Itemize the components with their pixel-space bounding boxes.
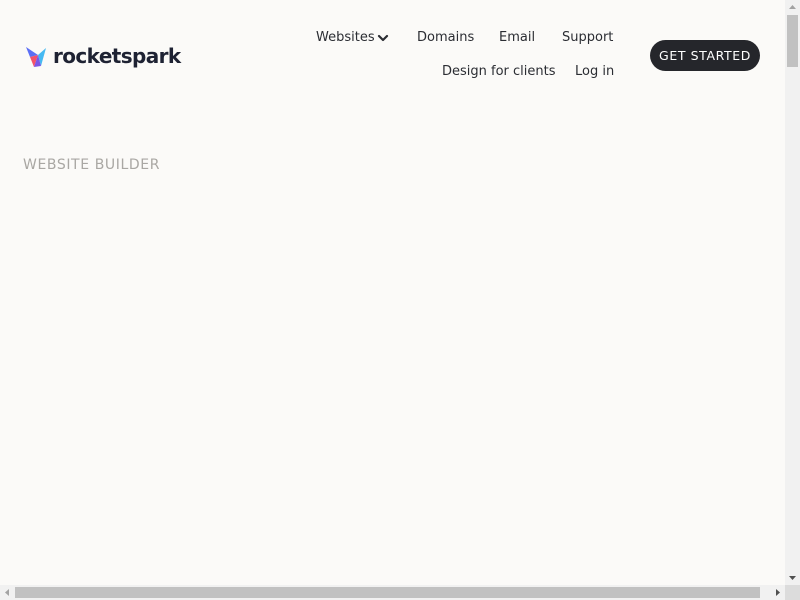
nav-login-link[interactable]: Log in: [575, 64, 614, 80]
vertical-scroll-thumb[interactable]: [787, 15, 798, 67]
scroll-right-arrow[interactable]: [770, 585, 785, 600]
chevron-down-icon: [377, 34, 388, 42]
nav-websites-dropdown[interactable]: Websites: [316, 30, 389, 46]
rocketspark-logo-icon: [26, 47, 46, 67]
arrow-left-icon: [5, 589, 9, 596]
nav-support-link[interactable]: Support: [562, 30, 613, 46]
page: rocketspark Websites Domains Email Suppo…: [0, 0, 785, 585]
scroll-down-arrow[interactable]: [785, 570, 800, 585]
nav-design-for-clients-link[interactable]: Design for clients: [442, 64, 556, 80]
nav-websites-label: Websites: [316, 30, 375, 45]
vertical-scrollbar[interactable]: [785, 0, 800, 585]
nav-domains-link[interactable]: Domains: [417, 30, 474, 46]
scroll-up-arrow[interactable]: [785, 0, 800, 15]
horizontal-scroll-thumb[interactable]: [15, 587, 760, 598]
logo-wordmark: rocketspark: [53, 44, 181, 68]
logo-link[interactable]: rocketspark: [24, 42, 181, 70]
browser-viewport: rocketspark Websites Domains Email Suppo…: [0, 0, 800, 600]
horizontal-scrollbar[interactable]: [0, 585, 785, 600]
arrow-down-icon: [789, 576, 796, 580]
arrow-right-icon: [776, 589, 780, 596]
hero-eyebrow: WEBSITE BUILDER: [23, 157, 161, 173]
scroll-left-arrow[interactable]: [0, 585, 15, 600]
arrow-up-icon: [789, 5, 796, 9]
nav-email-link[interactable]: Email: [499, 30, 535, 46]
get-started-button[interactable]: GET STARTED: [650, 40, 760, 71]
scrollbar-corner: [785, 585, 800, 600]
